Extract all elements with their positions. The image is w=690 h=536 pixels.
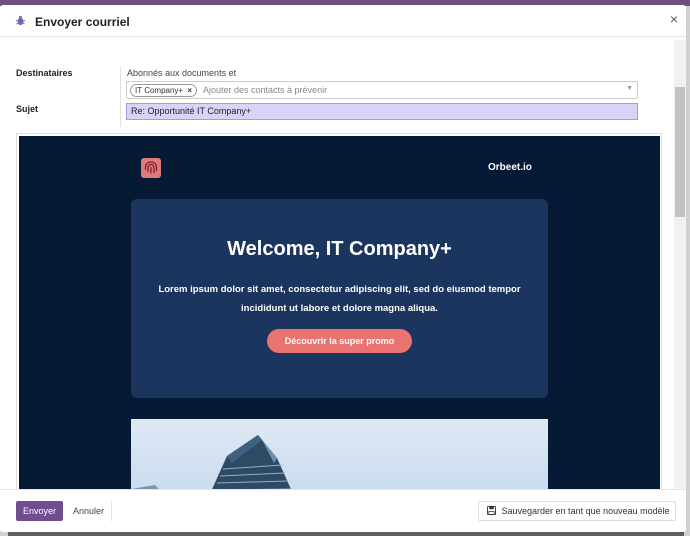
scrollbar[interactable] bbox=[674, 40, 686, 489]
close-button[interactable]: × bbox=[670, 11, 678, 27]
form-divider bbox=[120, 67, 121, 127]
dialog-footer: Envoyer Annuler Sauvegarder en tant que … bbox=[0, 489, 686, 532]
recipient-tag[interactable]: IT Company+ × bbox=[130, 84, 198, 97]
dialog-header: Envoyer courriel × bbox=[0, 5, 686, 37]
subscribers-text: Abonnés aux documents et bbox=[127, 68, 237, 78]
save-template-button[interactable]: Sauvegarder en tant que nouveau modèle bbox=[478, 501, 676, 521]
floppy-disk-icon bbox=[487, 506, 496, 515]
hero-title: Welcome, IT Company+ bbox=[227, 238, 452, 260]
send-button[interactable]: Envoyer bbox=[16, 501, 63, 521]
recipients-input[interactable]: IT Company+ × Ajouter des contacts à pré… bbox=[126, 81, 638, 99]
dialog-title: Envoyer courriel bbox=[35, 15, 130, 29]
remove-tag-icon[interactable]: × bbox=[187, 86, 192, 95]
promo-cta-button[interactable]: Découvrir la super promo bbox=[267, 329, 412, 353]
chevron-down-icon[interactable]: ▼ bbox=[626, 85, 633, 92]
recipients-placeholder: Ajouter des contacts à prévenir bbox=[203, 85, 328, 95]
subject-label: Sujet bbox=[16, 104, 39, 114]
hero-text: Lorem ipsum dolor sit amet, consectetur … bbox=[158, 284, 521, 314]
hero-card: Welcome, IT Company+ Lorem ipsum dolor s… bbox=[131, 199, 548, 398]
scrollbar-thumb[interactable] bbox=[675, 87, 685, 217]
building-image bbox=[131, 419, 548, 496]
recipient-tag-label: IT Company+ bbox=[135, 86, 184, 95]
bug-icon bbox=[15, 15, 26, 26]
subject-input[interactable]: Re: Opportunité IT Company+ bbox=[126, 103, 638, 120]
save-template-label: Sauvegarder en tant que nouveau modèle bbox=[501, 506, 670, 516]
recipients-label: Destinataires bbox=[16, 68, 73, 78]
send-email-dialog: Envoyer courriel × Destinataires Sujet A… bbox=[0, 5, 686, 532]
fingerprint-icon bbox=[141, 158, 161, 178]
cancel-button[interactable]: Annuler bbox=[66, 501, 112, 521]
brand-name: Orbeet.io bbox=[488, 162, 532, 173]
